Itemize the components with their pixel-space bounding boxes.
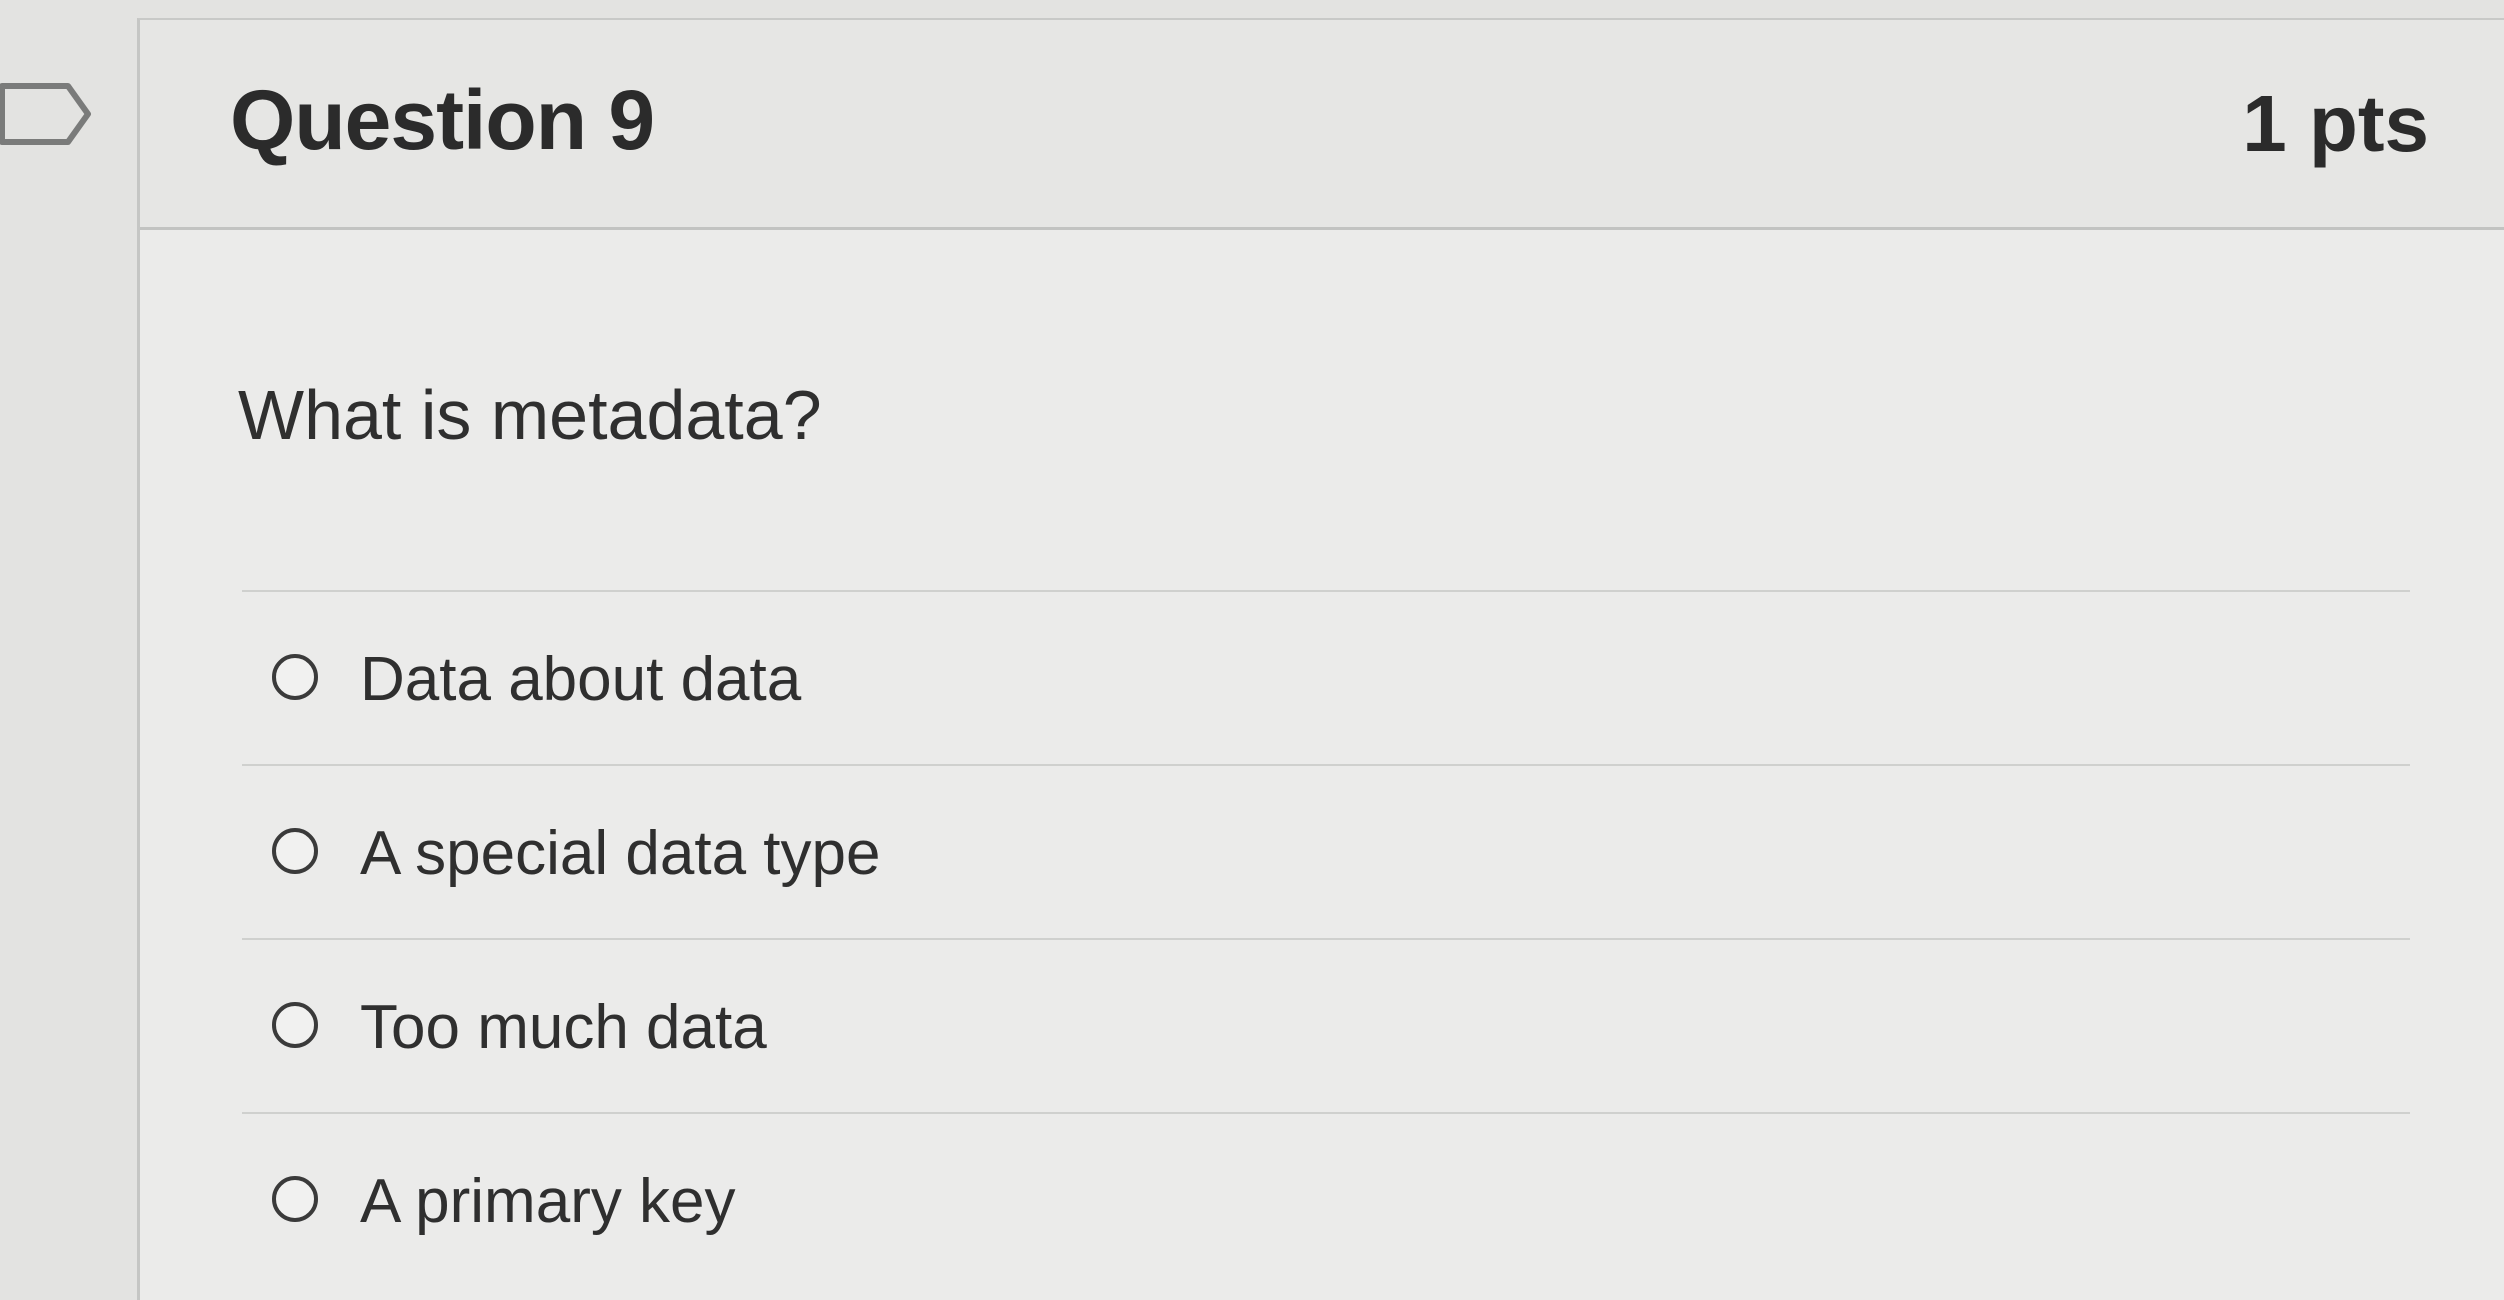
answer-label[interactable]: Data about data <box>360 644 801 715</box>
radio-button[interactable] <box>272 1176 318 1222</box>
answer-label[interactable]: Too much data <box>360 992 767 1063</box>
answer-list: Data about data A special data type Too … <box>242 590 2410 1286</box>
question-header: Question 9 1 pts <box>140 20 2504 230</box>
flag-question-icon[interactable] <box>0 78 100 150</box>
answer-option[interactable]: A primary key <box>242 1112 2410 1286</box>
question-points: 1 pts <box>2242 79 2429 168</box>
answer-option[interactable]: A special data type <box>242 764 2410 938</box>
radio-button[interactable] <box>272 1002 318 1048</box>
question-text: What is metadata? <box>238 376 822 454</box>
radio-button[interactable] <box>272 654 318 700</box>
question-card: Question 9 1 pts What is metadata? Data … <box>137 18 2504 1300</box>
answer-label[interactable]: A primary key <box>360 1166 736 1237</box>
answer-option[interactable]: Too much data <box>242 938 2410 1112</box>
radio-button[interactable] <box>272 828 318 874</box>
answer-label[interactable]: A special data type <box>360 818 880 889</box>
answer-option[interactable]: Data about data <box>242 590 2410 764</box>
question-title: Question 9 <box>230 73 655 167</box>
